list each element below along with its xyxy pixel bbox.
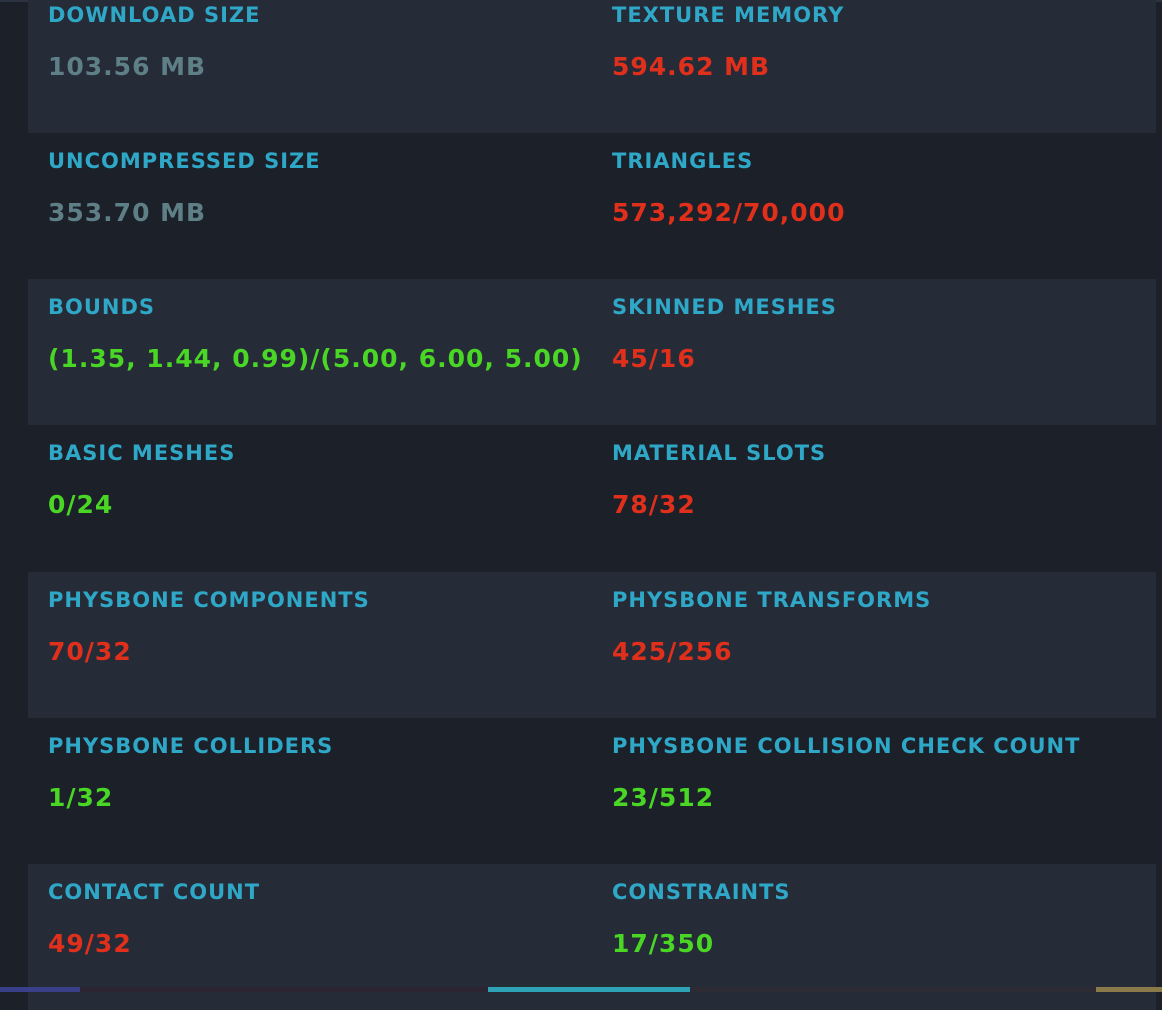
stat-bounds: BOUNDS (1.35, 1.44, 0.99)/(5.00, 6.00, 5… — [48, 279, 588, 425]
stat-label: PHYSBONE TRANSFORMS — [612, 588, 932, 612]
stat-label: CONSTRAINTS — [612, 880, 791, 904]
stat-value: 353.70 MB — [48, 198, 207, 227]
stat-download-size: DOWNLOAD SIZE 103.56 MB — [48, 0, 588, 133]
background-fragment — [80, 987, 488, 992]
stat-value: 45/16 — [612, 344, 696, 373]
stat-value: 78/32 — [612, 490, 696, 519]
stat-material-slots: MATERIAL SLOTS 78/32 — [612, 425, 1152, 571]
stat-label: PHYSBONE COLLIDERS — [48, 734, 334, 758]
stats-row: PHYSBONE COMPONENTS 70/32 PHYSBONE TRANS… — [28, 572, 1156, 718]
background-fragment — [488, 987, 690, 992]
stats-row: BOUNDS (1.35, 1.44, 0.99)/(5.00, 6.00, 5… — [28, 279, 1156, 425]
background-fragment — [690, 987, 1096, 992]
stat-label: CONTACT COUNT — [48, 880, 261, 904]
stat-value: 49/32 — [48, 929, 132, 958]
stat-label: UNCOMPRESSED SIZE — [48, 149, 321, 173]
stat-label: PHYSBONE COMPONENTS — [48, 588, 370, 612]
stat-label: TEXTURE MEMORY — [612, 3, 845, 27]
stat-label: PHYSBONE COLLISION CHECK COUNT — [612, 734, 1081, 758]
stat-value: (1.35, 1.44, 0.99)/(5.00, 6.00, 5.00) — [48, 344, 583, 373]
stats-row: DOWNLOAD SIZE 103.56 MB TEXTURE MEMORY 5… — [28, 0, 1156, 133]
stat-label: BOUNDS — [48, 295, 156, 319]
stat-value: 425/256 — [612, 637, 733, 666]
background-fragment — [0, 987, 80, 992]
stat-uncompressed-size: UNCOMPRESSED SIZE 353.70 MB — [48, 133, 588, 279]
stat-physbone-components: PHYSBONE COMPONENTS 70/32 — [48, 572, 588, 718]
stat-value: 17/350 — [612, 929, 715, 958]
stat-value: 594.62 MB — [612, 52, 771, 81]
stats-row: BASIC MESHES 0/24 MATERIAL SLOTS 78/32 — [28, 425, 1156, 571]
stat-physbone-collision-check-count: PHYSBONE COLLISION CHECK COUNT 23/512 — [612, 718, 1152, 864]
background-fragment — [1096, 987, 1162, 992]
stats-row: PHYSBONE COLLIDERS 1/32 PHYSBONE COLLISI… — [28, 718, 1156, 864]
stats-row: UNCOMPRESSED SIZE 353.70 MB TRIANGLES 57… — [28, 133, 1156, 279]
stat-skinned-meshes: SKINNED MESHES 45/16 — [612, 279, 1152, 425]
stat-value: 1/32 — [48, 783, 114, 812]
stat-physbone-colliders: PHYSBONE COLLIDERS 1/32 — [48, 718, 588, 864]
stat-label: SKINNED MESHES — [612, 295, 837, 319]
stat-value: 23/512 — [612, 783, 715, 812]
stat-value: 70/32 — [48, 637, 132, 666]
stat-value: 573,292/70,000 — [612, 198, 846, 227]
stat-label: MATERIAL SLOTS — [612, 441, 827, 465]
stat-value: 0/24 — [48, 490, 114, 519]
stat-label: TRIANGLES — [612, 149, 754, 173]
stat-value: 103.56 MB — [48, 52, 207, 81]
stat-label: BASIC MESHES — [48, 441, 236, 465]
stat-basic-meshes: BASIC MESHES 0/24 — [48, 425, 588, 571]
stat-label: DOWNLOAD SIZE — [48, 3, 261, 27]
background-strip — [0, 987, 1162, 992]
performance-stats-panel: DOWNLOAD SIZE 103.56 MB TEXTURE MEMORY 5… — [0, 0, 1162, 1010]
stat-physbone-transforms: PHYSBONE TRANSFORMS 425/256 — [612, 572, 1152, 718]
stat-triangles: TRIANGLES 573,292/70,000 — [612, 133, 1152, 279]
stat-texture-memory: TEXTURE MEMORY 594.62 MB — [612, 0, 1152, 133]
